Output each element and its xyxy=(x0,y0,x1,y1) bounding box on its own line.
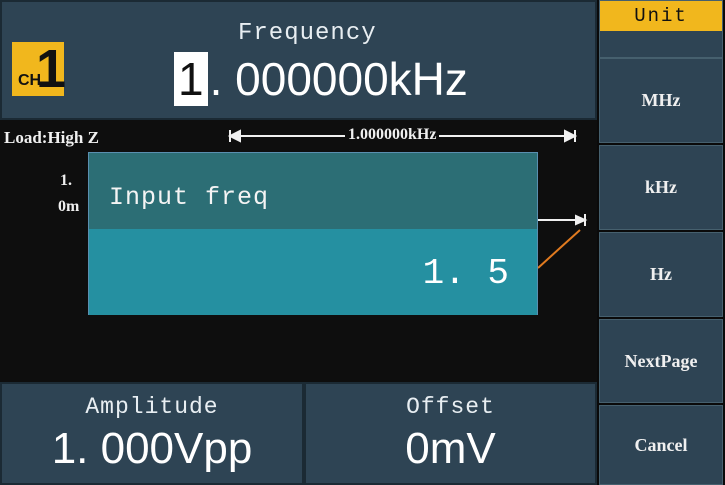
offset-label: Offset xyxy=(406,394,495,420)
dialog-title-bar: Input freq xyxy=(89,153,537,229)
frequency-header[interactable]: CH 1 Frequency 1. 000000kHz xyxy=(0,0,597,120)
unit-mhz-button[interactable]: MHz xyxy=(599,58,723,143)
channel-badge[interactable]: CH 1 xyxy=(12,39,67,99)
amplitude-value: 1. 000Vpp xyxy=(51,424,253,473)
offset-panel[interactable]: Offset 0mV xyxy=(304,382,597,485)
softkey-menu: Unit MHz kHz Hz NextPage Cancel xyxy=(597,0,725,485)
menu-title: Unit xyxy=(600,1,722,31)
menu-title-unit: Unit xyxy=(599,0,723,58)
amplitude-panel[interactable]: Amplitude 1. 000Vpp xyxy=(0,382,304,485)
period-right-arrow xyxy=(564,129,578,143)
period-left-arrow xyxy=(227,129,241,143)
cancel-button[interactable]: Cancel xyxy=(599,405,723,485)
period-frequency-label: 1.000000kHz xyxy=(345,126,440,144)
frequency-label: Frequency xyxy=(238,20,377,47)
frequency-input-field[interactable]: 1. 5 xyxy=(89,229,537,315)
load-label: Load:High Z xyxy=(4,128,99,147)
waveform-period-arrow xyxy=(575,214,588,226)
unit-hz-button[interactable]: Hz xyxy=(599,232,723,317)
unit-khz-button[interactable]: kHz xyxy=(599,145,723,230)
next-page-button[interactable]: NextPage xyxy=(599,319,723,403)
input-dialog[interactable]: Input freq 1. 5 xyxy=(88,152,538,315)
offset-value: 0mV xyxy=(405,424,496,473)
frequency-value-rest: . 000000kHz xyxy=(209,53,468,105)
frequency-cursor-digit: 1 xyxy=(174,52,208,106)
dialog-title: Input freq xyxy=(109,183,270,212)
channel-number: 1 xyxy=(36,39,67,99)
amplitude-label: Amplitude xyxy=(85,394,219,420)
partial-amplitude-text: 1. xyxy=(60,172,72,189)
frequency-input-value: 1. 5 xyxy=(422,253,509,294)
frequency-value[interactable]: 1. 000000kHz xyxy=(174,52,468,106)
waveform-trace xyxy=(537,229,581,269)
partial-offset-text: 0m xyxy=(58,198,80,215)
